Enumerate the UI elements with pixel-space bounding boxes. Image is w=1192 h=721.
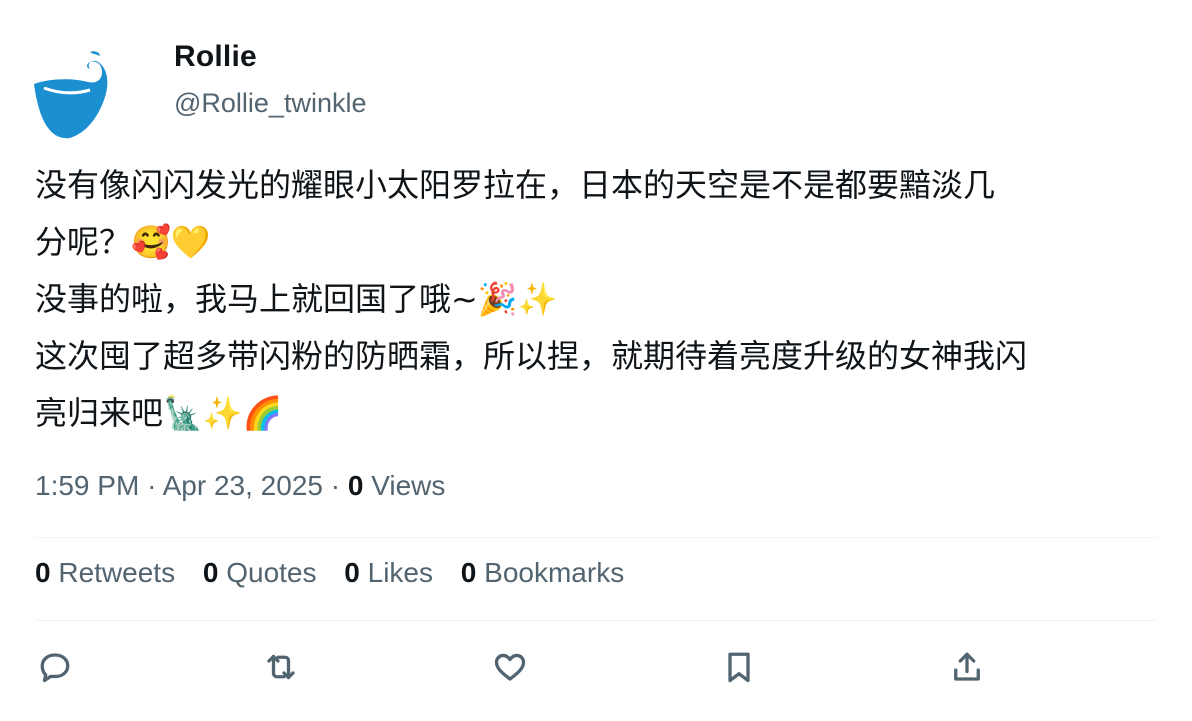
tweet-line: 分呢？🥰💛 — [35, 223, 211, 261]
tweet-text: 没有像闪闪发光的耀眼小太阳罗拉在，日本的天空是不是都要黯淡几 分呢？🥰💛 没事的… — [35, 157, 1165, 442]
retweets-count: 0 — [35, 557, 51, 588]
likes-label: Likes — [367, 557, 434, 588]
tweet-date[interactable]: Apr 23, 2025 — [163, 470, 323, 501]
share-icon — [954, 652, 980, 681]
action-bar — [35, 647, 1157, 687]
tweet-line: 这次囤了超多带闪粉的防晒霜，所以捏，就期待着亮度升级的女神我闪 — [35, 337, 1028, 375]
display-name[interactable]: Rollie — [174, 40, 257, 74]
views-label: Views — [371, 470, 446, 501]
reply-button[interactable] — [35, 647, 75, 687]
bookmark-icon — [728, 652, 750, 683]
reply-icon — [40, 653, 70, 683]
retweets-stat[interactable]: 0 Retweets — [35, 557, 175, 588]
bookmarks-stat[interactable]: 0 Bookmarks — [461, 557, 624, 588]
quotes-count: 0 — [202, 557, 219, 588]
retweet-icon — [267, 654, 295, 680]
divider — [35, 620, 1157, 621]
quotes-label: Quotes — [226, 557, 317, 588]
likes-stat[interactable]: 0 Likes — [344, 557, 433, 588]
retweet-button[interactable] — [261, 647, 301, 687]
bookmark-button[interactable] — [719, 647, 759, 687]
engagement-stats: 0 Retweets 0 Quotes 0 Likes 0 Bookmarks — [35, 557, 644, 589]
like-button[interactable] — [490, 647, 530, 687]
meta-separator: · — [147, 470, 163, 501]
bookmarks-count: 0 — [460, 557, 477, 588]
quotes-stat[interactable]: 0 Quotes — [203, 557, 317, 588]
meta-separator: · — [330, 470, 348, 501]
avatar[interactable] — [30, 48, 126, 144]
user-handle[interactable]: @Rollie_twinkle — [174, 88, 366, 119]
tweet-line: 亮归来吧🗽✨🌈 — [35, 394, 283, 432]
bookmarks-label: Bookmarks — [484, 557, 625, 588]
retweets-label: Retweets — [58, 557, 176, 588]
swan-logo-icon — [34, 51, 108, 139]
divider — [35, 537, 1157, 538]
views-count: 0 — [347, 470, 364, 501]
like-icon — [494, 653, 526, 681]
share-button[interactable] — [947, 647, 987, 687]
tweet-line: 没有像闪闪发光的耀眼小太阳罗拉在，日本的天空是不是都要黯淡几 — [35, 166, 996, 204]
tweet-meta: 1:59 PM · Apr 23, 2025 · 0 Views — [35, 470, 445, 502]
likes-count: 0 — [344, 557, 360, 588]
tweet-time[interactable]: 1:59 PM — [35, 470, 139, 501]
tweet-line: 没事的啦，我马上就回国了哦~🎉✨ — [35, 280, 558, 318]
